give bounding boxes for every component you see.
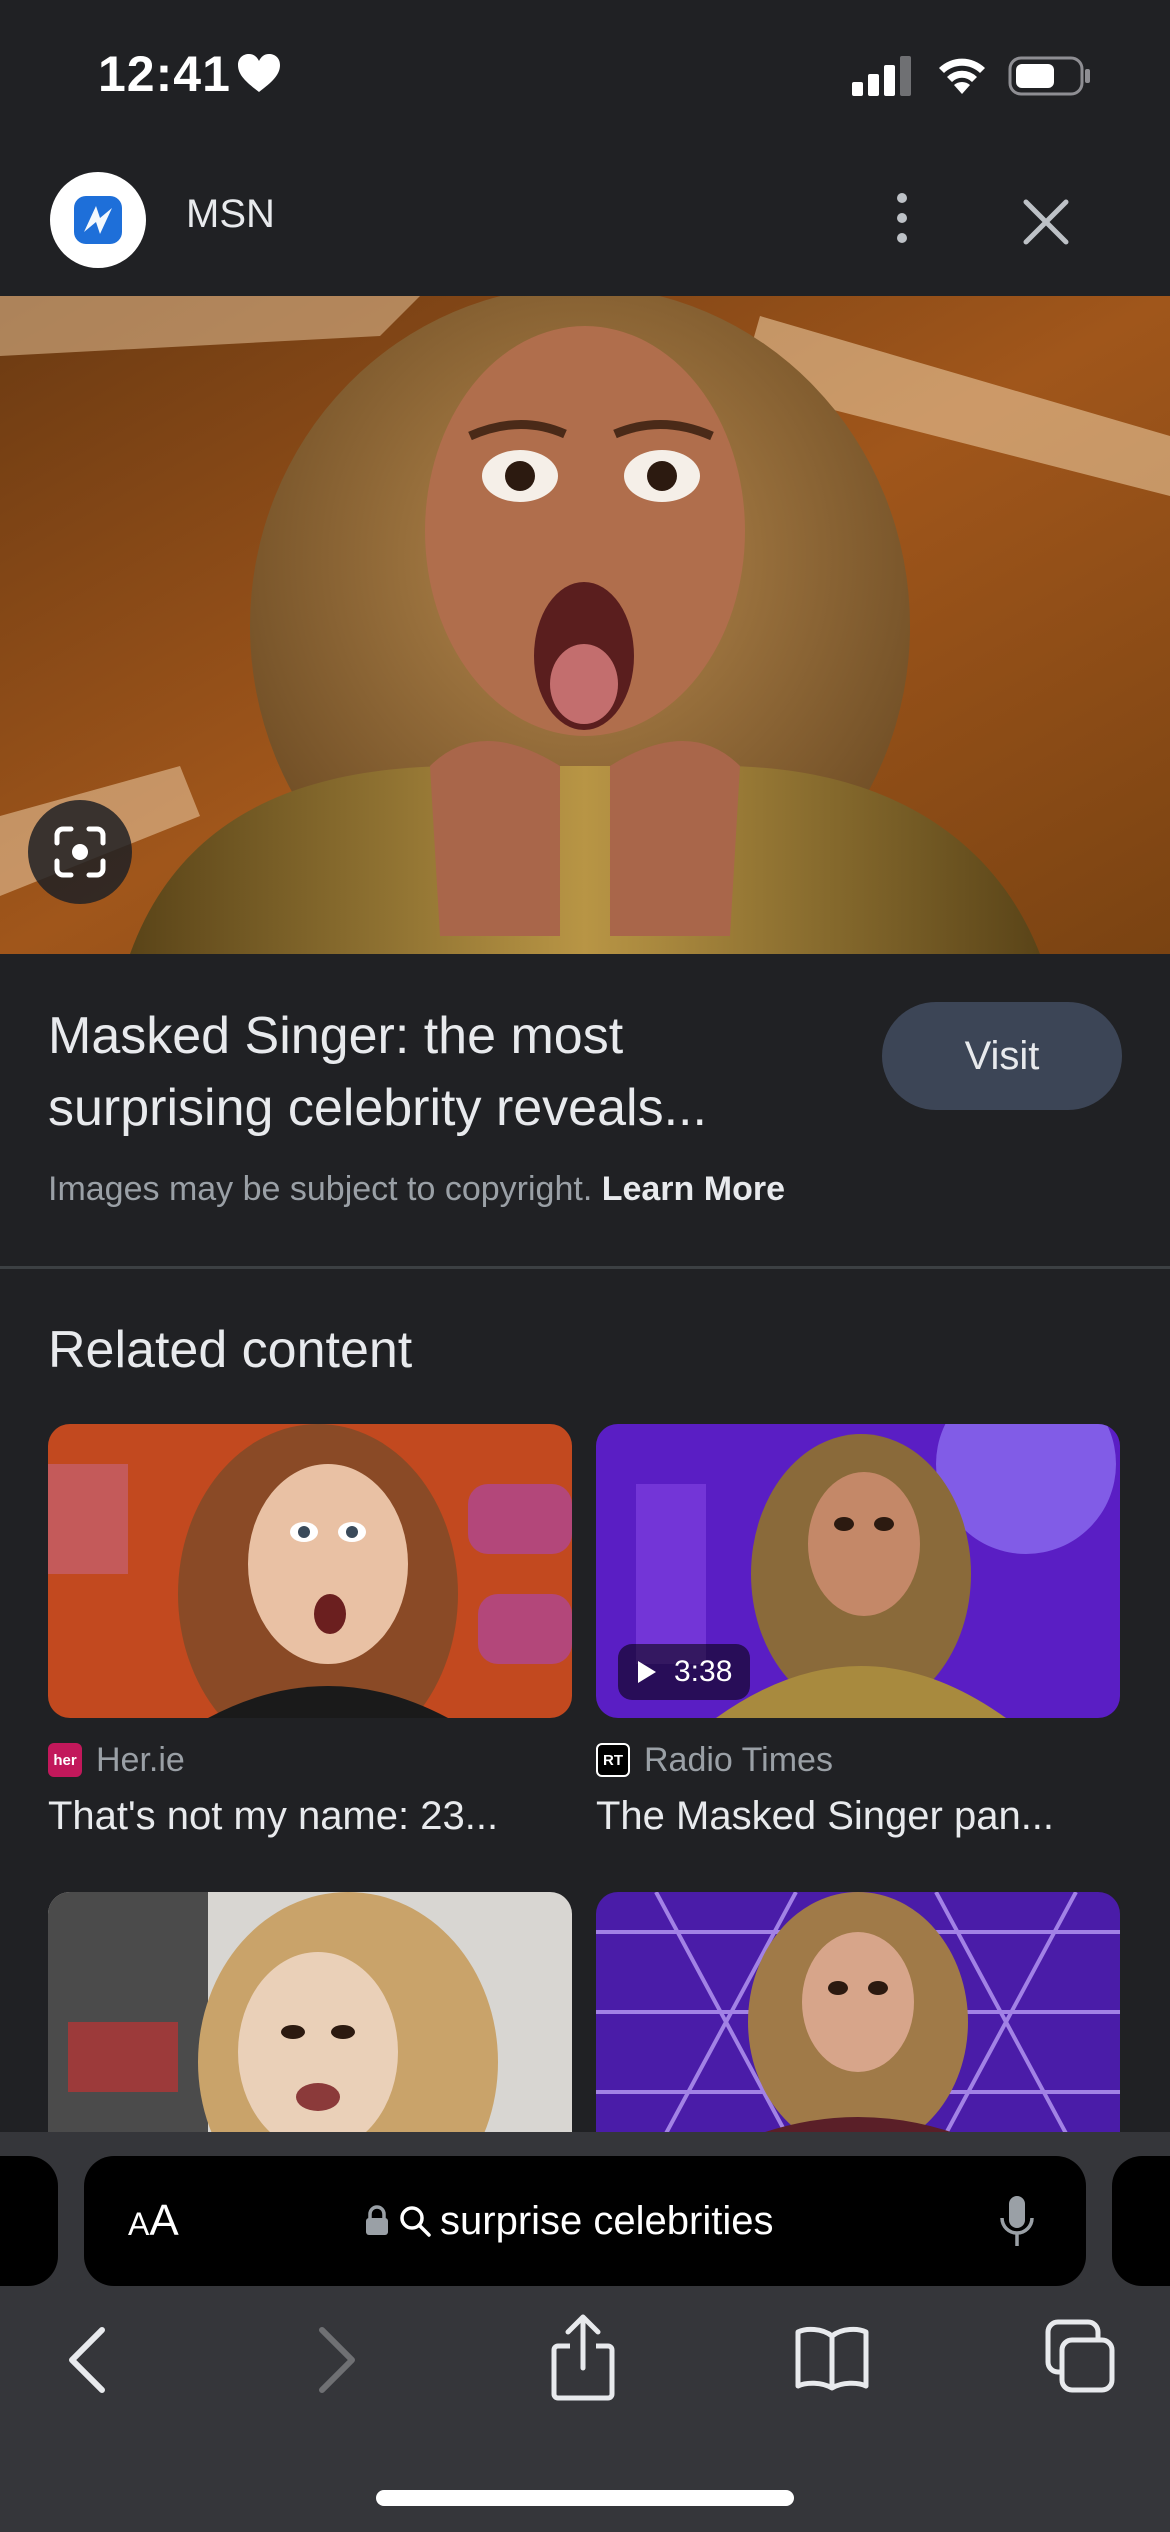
related-card[interactable]: her Her.ie That's not my name: 23... bbox=[48, 1424, 572, 1839]
forward-icon[interactable] bbox=[314, 2324, 362, 2396]
cellular-signal-icon bbox=[852, 56, 911, 96]
hero-photo bbox=[0, 296, 1170, 954]
video-duration: 3:38 bbox=[674, 1655, 733, 1688]
text-size-button[interactable]: AA bbox=[128, 2196, 179, 2246]
play-icon bbox=[638, 1661, 656, 1683]
previous-tab-preview[interactable] bbox=[0, 2156, 58, 2286]
related-thumbnail[interactable] bbox=[48, 1892, 572, 2152]
next-tab-preview[interactable] bbox=[1112, 2156, 1170, 2286]
lock-icon bbox=[366, 2205, 388, 2235]
browser-toolbar: AA surprise celebrities bbox=[0, 2132, 1170, 2532]
google-lens-icon[interactable] bbox=[28, 800, 132, 904]
related-card-title[interactable]: The Masked Singer pan... bbox=[596, 1794, 1120, 1839]
source-row: her Her.ie bbox=[48, 1738, 572, 1782]
rt-logo-icon: RT bbox=[596, 1743, 630, 1777]
related-card-title[interactable]: That's not my name: 23... bbox=[48, 1794, 572, 1839]
video-duration-badge: 3:38 bbox=[618, 1644, 751, 1700]
related-card[interactable]: 3:38 RT Radio Times The Masked Singer pa… bbox=[596, 1424, 1120, 1839]
bookmarks-icon[interactable] bbox=[794, 2324, 870, 2392]
section-divider bbox=[0, 1266, 1170, 1269]
visit-button[interactable]: Visit bbox=[882, 1002, 1122, 1110]
source-name: Radio Times bbox=[644, 1740, 833, 1779]
related-thumbnail[interactable] bbox=[48, 1424, 572, 1718]
address-bar[interactable]: AA surprise celebrities bbox=[84, 2156, 1086, 2286]
battery-icon bbox=[1008, 56, 1090, 96]
close-icon[interactable] bbox=[1020, 196, 1072, 248]
tabs-icon[interactable] bbox=[1044, 2318, 1116, 2394]
copyright-notice: Images may be subject to copyright. Lear… bbox=[48, 1170, 785, 1209]
url-display[interactable]: surprise celebrities bbox=[364, 2192, 773, 2250]
viewer-header: MSN bbox=[0, 160, 1170, 296]
hero-image[interactable] bbox=[0, 296, 1170, 954]
related-content-heading: Related content bbox=[48, 1321, 413, 1379]
related-thumbnail[interactable]: 3:38 bbox=[596, 1424, 1120, 1718]
source-row: RT Radio Times bbox=[596, 1738, 1120, 1782]
wifi-icon bbox=[939, 58, 985, 94]
heart-icon bbox=[238, 54, 280, 92]
mic-icon[interactable] bbox=[998, 2194, 1036, 2250]
page: 12:41 MSN Masked Singer: the most surpri… bbox=[0, 0, 1170, 2532]
search-icon bbox=[400, 2206, 431, 2237]
share-icon[interactable] bbox=[548, 2312, 618, 2402]
home-indicator[interactable] bbox=[376, 2490, 794, 2506]
site-name[interactable]: MSN bbox=[186, 192, 275, 237]
status-time: 12:41 bbox=[98, 46, 231, 102]
msn-logo-icon[interactable] bbox=[50, 172, 146, 268]
result-title[interactable]: Masked Singer: the most surprising celeb… bbox=[48, 1000, 848, 1144]
source-name: Her.ie bbox=[96, 1740, 185, 1779]
url-text: surprise celebrities bbox=[440, 2198, 774, 2243]
related-thumbnail[interactable] bbox=[596, 1892, 1120, 2152]
more-vert-icon[interactable] bbox=[882, 188, 922, 248]
status-bar: 12:41 bbox=[0, 0, 1170, 150]
learn-more-link[interactable]: Learn More bbox=[602, 1170, 785, 1208]
her-logo-icon: her bbox=[48, 1743, 82, 1777]
copyright-text: Images may be subject to copyright. bbox=[48, 1170, 593, 1208]
back-icon[interactable] bbox=[62, 2324, 110, 2396]
